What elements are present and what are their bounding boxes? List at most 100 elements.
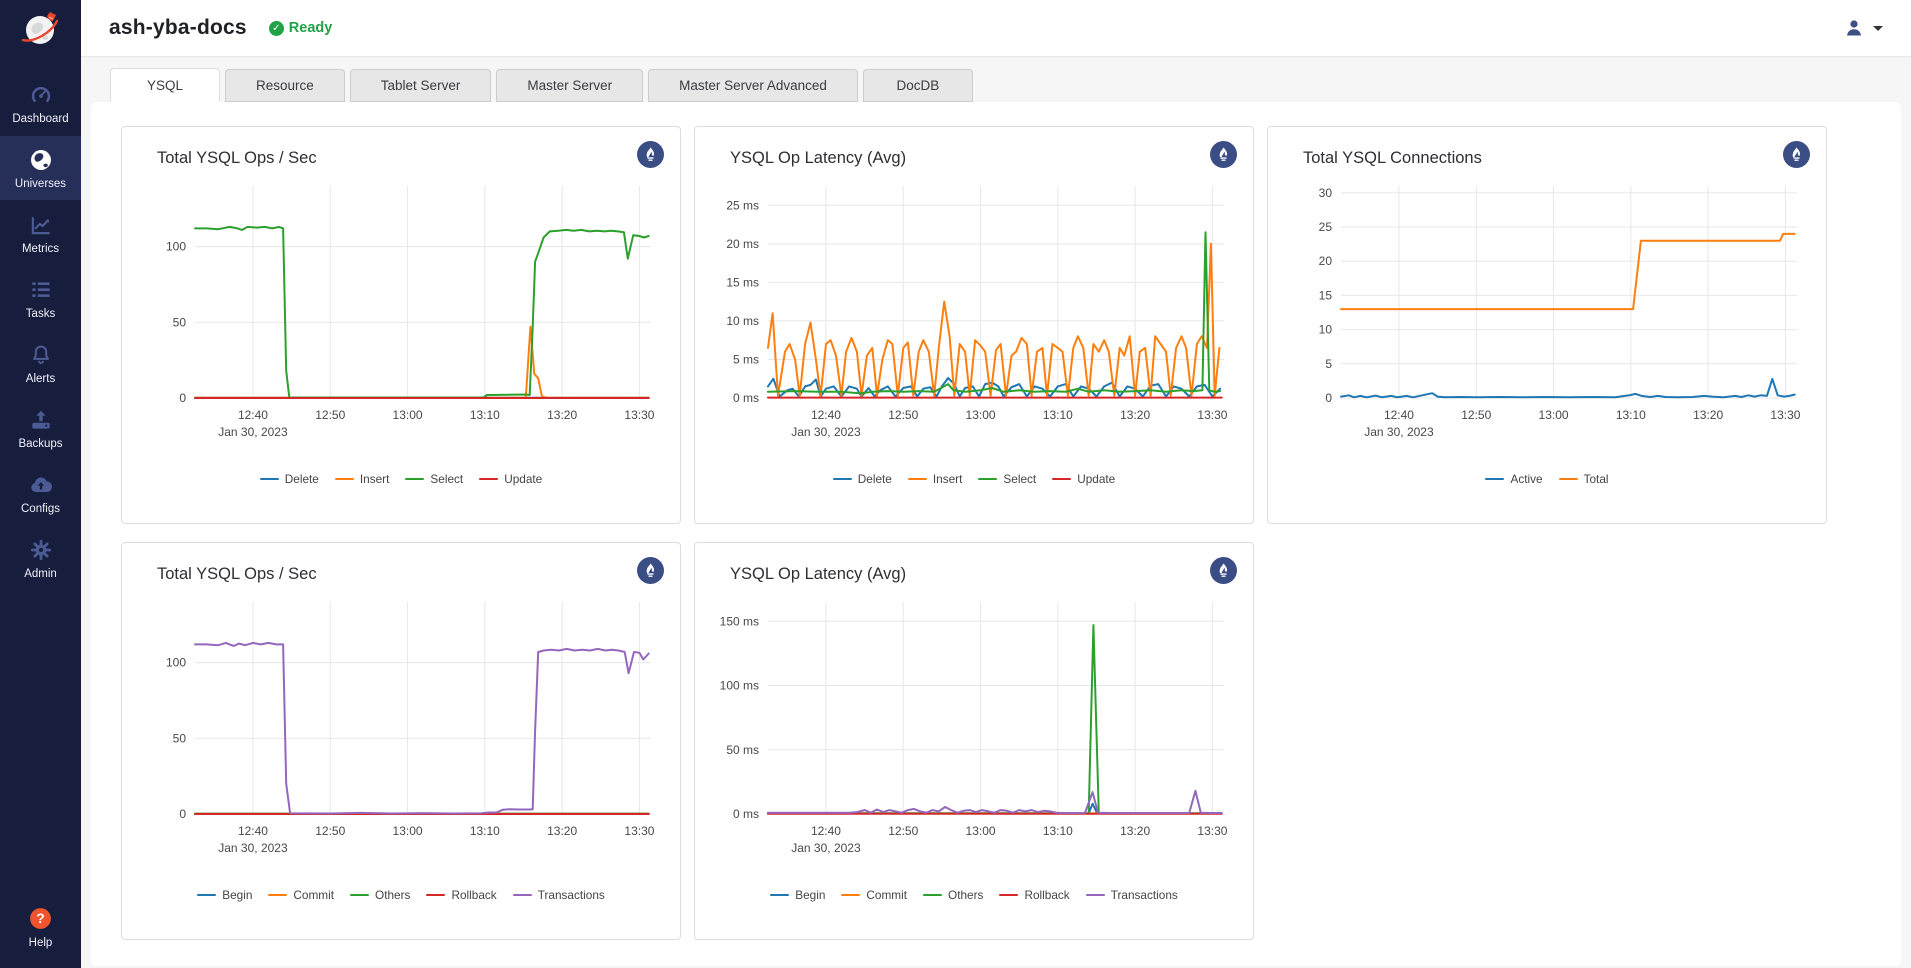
legend-item-begin[interactable]: Begin: [197, 888, 252, 902]
chart-line-icon: [28, 212, 54, 238]
legend-swatch: [1485, 478, 1504, 481]
chart-title: Total YSQL Ops / Sec: [157, 565, 663, 584]
legend-item-active[interactable]: Active: [1485, 472, 1542, 486]
header: ash-yba-docs ✓ Ready: [81, 0, 1911, 57]
tab-master-server-advanced[interactable]: Master Server Advanced: [648, 69, 858, 102]
sidebar-item-configs[interactable]: Configs: [0, 461, 81, 525]
legend-item-commit[interactable]: Commit: [268, 888, 334, 902]
svg-text:13:00: 13:00: [393, 824, 423, 838]
task-list-icon: [28, 277, 54, 303]
svg-text:13:10: 13:10: [1043, 824, 1073, 838]
legend-item-transactions[interactable]: Transactions: [513, 888, 605, 902]
legend-swatch: [260, 478, 279, 481]
sidebar-item-label: Dashboard: [12, 113, 68, 125]
svg-text:13:10: 13:10: [1043, 408, 1073, 422]
sidebar-item-universes[interactable]: Universes: [0, 136, 81, 200]
legend-item-rollback[interactable]: Rollback: [999, 888, 1069, 902]
user-menu[interactable]: [1842, 16, 1883, 40]
tab-ysql[interactable]: YSQL: [110, 68, 220, 102]
universe-title: ash-yba-docs: [109, 16, 247, 40]
tab-tablet-server[interactable]: Tablet Server: [350, 69, 492, 102]
svg-text:50 ms: 50 ms: [726, 743, 759, 757]
svg-text:100: 100: [166, 656, 186, 670]
legend-item-select[interactable]: Select: [978, 472, 1036, 486]
svg-text:0 ms: 0 ms: [733, 807, 759, 821]
prometheus-icon[interactable]: [637, 557, 664, 584]
legend-item-total[interactable]: Total: [1559, 472, 1609, 486]
legend-swatch: [923, 894, 942, 897]
legend-item-transactions[interactable]: Transactions: [1086, 888, 1178, 902]
svg-text:12:40: 12:40: [811, 824, 841, 838]
sidebar-item-admin[interactable]: Admin: [0, 526, 81, 590]
sidebar-item-help[interactable]: ? Help: [0, 895, 81, 959]
sidebar-item-backups[interactable]: Backups: [0, 396, 81, 460]
legend-item-delete[interactable]: Delete: [833, 472, 892, 486]
legend-label: Commit: [293, 888, 334, 902]
sidebar: Dashboard Universes Metrics Tasks Alerts Back…: [0, 0, 81, 968]
legend-item-update[interactable]: Update: [1052, 472, 1115, 486]
svg-text:20: 20: [1319, 254, 1333, 268]
tab-resource[interactable]: Resource: [225, 69, 345, 102]
chart-plot-area[interactable]: 12:40Jan 30, 202312:5013:0013:1013:2013:…: [712, 172, 1236, 468]
app-logo[interactable]: [0, 0, 81, 57]
legend-item-insert[interactable]: Insert: [335, 472, 390, 486]
legend-item-rollback[interactable]: Rollback: [426, 888, 496, 902]
legend-item-update[interactable]: Update: [479, 472, 542, 486]
legend-item-select[interactable]: Select: [405, 472, 463, 486]
prometheus-icon[interactable]: [1210, 141, 1237, 168]
cloud-upload-icon: [28, 472, 54, 498]
chart-title: YSQL Op Latency (Avg): [730, 149, 1236, 168]
legend-label: Transactions: [1111, 888, 1178, 902]
legend-item-begin[interactable]: Begin: [770, 888, 825, 902]
legend-label: Rollback: [1024, 888, 1069, 902]
svg-text:13:00: 13:00: [966, 408, 996, 422]
svg-text:12:50: 12:50: [888, 824, 918, 838]
svg-text:0: 0: [179, 807, 186, 821]
legend-item-insert[interactable]: Insert: [908, 472, 963, 486]
sidebar-item-alerts[interactable]: Alerts: [0, 331, 81, 395]
svg-text:13:00: 13:00: [1539, 408, 1569, 422]
legend-label: Others: [948, 888, 983, 902]
svg-text:13:00: 13:00: [966, 824, 996, 838]
chart-plot-area[interactable]: 12:40Jan 30, 202312:5013:0013:1013:2013:…: [1285, 172, 1809, 468]
tab-docdb[interactable]: DocDB: [863, 69, 973, 102]
chart-plot-area[interactable]: 12:40Jan 30, 202312:5013:0013:1013:2013:…: [139, 172, 663, 468]
sidebar-item-dashboard[interactable]: Dashboard: [0, 71, 81, 135]
svg-text:13:20: 13:20: [547, 408, 577, 422]
prometheus-icon[interactable]: [1210, 557, 1237, 584]
chart-title: YSQL Op Latency (Avg): [730, 565, 1236, 584]
prometheus-icon[interactable]: [1783, 141, 1810, 168]
tab-master-server[interactable]: Master Server: [496, 69, 643, 102]
gear-icon: [28, 537, 54, 563]
svg-text:13:20: 13:20: [1120, 824, 1150, 838]
svg-text:20 ms: 20 ms: [726, 237, 759, 251]
chart-plot-area[interactable]: 12:40Jan 30, 202312:5013:0013:1013:2013:…: [139, 588, 663, 884]
help-question-icon: ?: [28, 906, 54, 932]
legend-item-delete[interactable]: Delete: [260, 472, 319, 486]
legend-swatch: [350, 894, 369, 897]
legend-item-others[interactable]: Others: [923, 888, 983, 902]
legend-item-others[interactable]: Others: [350, 888, 410, 902]
svg-text:5: 5: [1325, 357, 1332, 371]
sidebar-item-label: Alerts: [26, 373, 55, 385]
chart-title: Total YSQL Connections: [1303, 149, 1809, 168]
sidebar-item-label: Tasks: [26, 308, 55, 320]
sidebar-item-tasks[interactable]: Tasks: [0, 266, 81, 330]
legend-swatch: [841, 894, 860, 897]
legend-label: Select: [430, 472, 463, 486]
sidebar-item-metrics[interactable]: Metrics: [0, 201, 81, 265]
sidebar-item-label: Metrics: [22, 243, 59, 255]
charts-grid: Total YSQL Ops / Sec 12:40Jan 30, 202312…: [121, 126, 1883, 940]
sidebar-item-label: Configs: [21, 503, 60, 515]
prometheus-icon[interactable]: [637, 141, 664, 168]
chevron-down-icon: [1873, 26, 1883, 31]
svg-text:25: 25: [1319, 220, 1333, 234]
yugabyte-logo-icon: [19, 7, 63, 51]
globe-icon: [28, 147, 54, 173]
chart-plot-area[interactable]: 12:40Jan 30, 202312:5013:0013:1013:2013:…: [712, 588, 1236, 884]
legend-item-commit[interactable]: Commit: [841, 888, 907, 902]
legend-label: Delete: [858, 472, 892, 486]
legend-label: Commit: [866, 888, 907, 902]
chart-legend: Delete Insert Select Update: [139, 472, 663, 486]
svg-text:12:50: 12:50: [1461, 408, 1491, 422]
